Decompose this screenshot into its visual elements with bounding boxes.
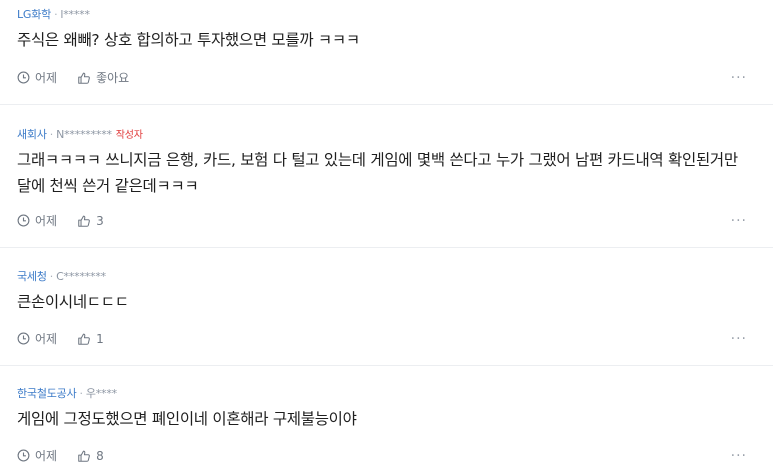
timestamp: 어제 bbox=[17, 212, 57, 229]
meta-separator: · bbox=[49, 270, 54, 283]
comment-meta: 한국철도공사 · 우**** bbox=[17, 385, 117, 401]
clock-icon bbox=[17, 449, 30, 462]
clock-icon bbox=[17, 214, 30, 227]
timestamp: 어제 bbox=[17, 330, 57, 347]
clock-icon bbox=[17, 332, 30, 345]
thumbs-up-icon bbox=[78, 72, 90, 84]
meta-separator: · bbox=[54, 8, 58, 21]
comment-meta: 새회사 · N********* 작성자 bbox=[17, 126, 143, 142]
comment-text: 큰손이시네ㄷㄷㄷ bbox=[17, 293, 129, 311]
like-button[interactable]: 8 bbox=[77, 449, 104, 463]
like-label: 좋아요 bbox=[96, 71, 130, 85]
timestamp-text: 어제 bbox=[35, 71, 58, 85]
like-button[interactable]: 3 bbox=[77, 214, 104, 228]
company-name[interactable]: 국세청 bbox=[17, 270, 47, 283]
comment-actions: 어제 좋아요 bbox=[17, 69, 149, 86]
thumbs-up-icon bbox=[78, 215, 90, 227]
like-count: 3 bbox=[96, 213, 104, 228]
comment-actions: 어제 1 bbox=[17, 330, 124, 347]
author-name: C******** bbox=[56, 270, 106, 283]
like-count: 1 bbox=[96, 331, 104, 346]
comment-item: 새회사 · N********* 작성자 그래ㅋㅋㅋㅋ 쓰니지금 은행, 카드, 보험… bbox=[0, 105, 773, 248]
timestamp: 어제 bbox=[17, 69, 57, 86]
timestamp: 어제 bbox=[17, 447, 57, 464]
company-name[interactable]: LG화학 bbox=[17, 8, 51, 21]
company-name[interactable]: 한국철도공사 bbox=[17, 387, 77, 400]
comment-meta: 국세청 · C******** bbox=[17, 268, 106, 284]
comment-item: 한국철도공사 · 우**** 게임에 그정도했으면 폐인이네 이혼해라 구제불능이야… bbox=[0, 366, 773, 471]
author-badge: 작성자 bbox=[115, 130, 143, 141]
thumbs-up-icon bbox=[78, 450, 90, 462]
author-name: l***** bbox=[60, 8, 90, 21]
author-name: 우**** bbox=[85, 387, 117, 400]
comment-actions: 어제 3 bbox=[17, 212, 124, 229]
timestamp-text: 어제 bbox=[35, 214, 58, 228]
meta-separator: · bbox=[79, 387, 84, 400]
more-options-button[interactable]: ··· bbox=[731, 213, 747, 229]
more-options-button[interactable]: ··· bbox=[731, 70, 747, 86]
company-name[interactable]: 새회사 bbox=[17, 128, 47, 141]
comment-actions: 어제 8 bbox=[17, 447, 124, 464]
like-button[interactable]: 1 bbox=[77, 332, 104, 346]
comment-item: LG화학 · l***** 주식은 왜빼? 상호 합의하고 투자했으면 모를까 ㅋㅋ… bbox=[0, 0, 773, 105]
clock-icon bbox=[17, 71, 30, 84]
like-count: 8 bbox=[96, 448, 104, 463]
comment-text: 게임에 그정도했으면 폐인이네 이혼해라 구제불능이야 bbox=[17, 410, 357, 428]
comment-text: 그래ㅋㅋㅋㅋ 쓰니지금 은행, 카드, 보험 다 털고 있는데 게임에 몇백 쓴… bbox=[17, 151, 738, 195]
comment-item: 국세청 · C******** 큰손이시네ㄷㄷㄷ 어제 1 ··· bbox=[0, 248, 773, 366]
more-options-button[interactable]: ··· bbox=[731, 331, 747, 347]
thumbs-up-icon bbox=[78, 333, 90, 345]
timestamp-text: 어제 bbox=[35, 449, 58, 463]
more-options-button[interactable]: ··· bbox=[731, 448, 747, 464]
like-button[interactable]: 좋아요 bbox=[77, 69, 129, 86]
author-name: N********* bbox=[56, 128, 112, 141]
timestamp-text: 어제 bbox=[35, 332, 58, 346]
comment-meta: LG화학 · l***** bbox=[17, 6, 90, 22]
meta-separator: · bbox=[49, 128, 54, 141]
comment-text: 주식은 왜빼? 상호 합의하고 투자했으면 모를까 ㅋㅋㅋ bbox=[17, 31, 360, 49]
